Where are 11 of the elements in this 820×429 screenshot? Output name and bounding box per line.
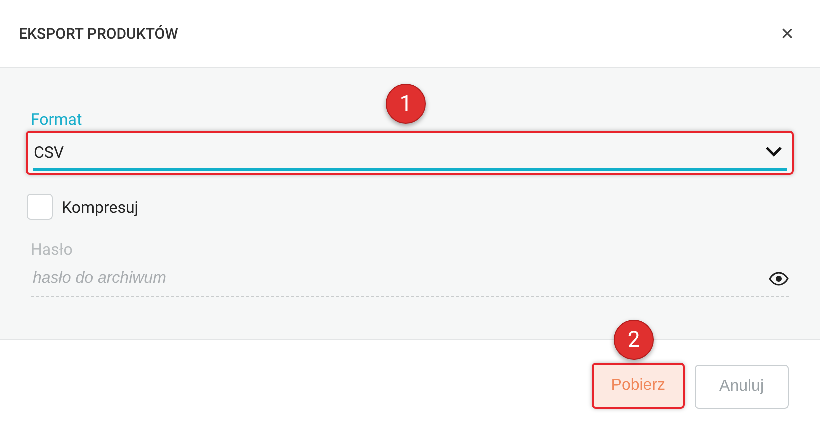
field-label: Hasło [31, 240, 74, 259]
dialog-title: EKSPORT PRODUKTÓW [19, 24, 178, 42]
annotation-badge: 2 [614, 320, 654, 360]
checkbox[interactable] [27, 194, 53, 220]
field-label: Format [31, 110, 84, 129]
chevron-down-icon [765, 146, 783, 158]
format-select[interactable]: CSV [26, 131, 794, 175]
password-field[interactable]: hasło do archiwum [31, 270, 769, 288]
eye-icon[interactable] [769, 272, 789, 286]
close-button[interactable]: × [781, 22, 794, 44]
checkbox-label: Kompresuj [62, 198, 139, 216]
